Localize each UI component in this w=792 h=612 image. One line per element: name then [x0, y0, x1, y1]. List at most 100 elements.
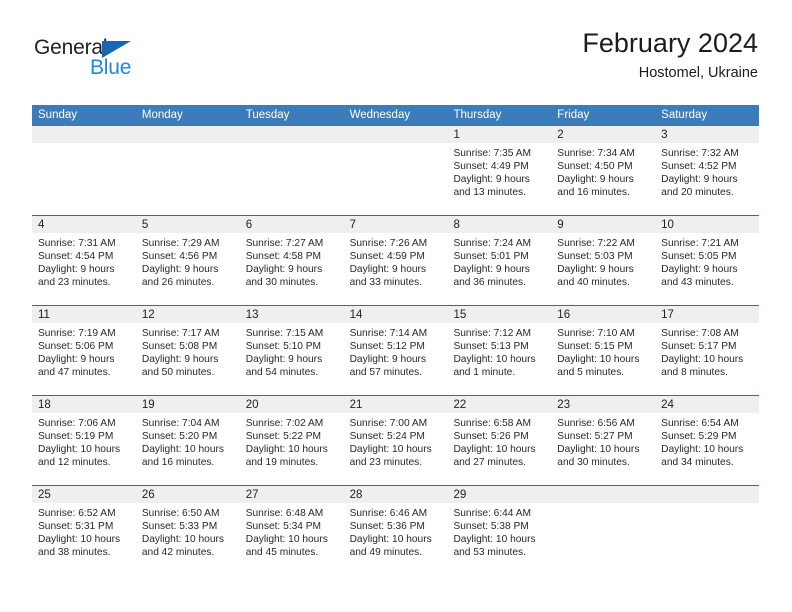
- calendar-day-cell[interactable]: 3 Sunrise: 7:32 AM Sunset: 4:52 PM Daylight…: [655, 126, 760, 215]
- day-number: 27: [239, 486, 344, 503]
- day-number: 1: [447, 126, 552, 143]
- daylight-duration-line2: and 49 minutes.: [349, 547, 423, 559]
- calendar-day-cell[interactable]: 6 Sunrise: 7:27 AM Sunset: 4:58 PM Daylight…: [239, 216, 344, 305]
- calendar-day-cell[interactable]: 27 Sunrise: 6:48 AM Sunset: 5:34 PM Dayligh…: [239, 486, 344, 575]
- calendar-day-cell[interactable]: 16 Sunrise: 7:10 AM Sunset: 5:15 PM Dayligh…: [551, 306, 656, 395]
- day-number: [32, 126, 136, 143]
- calendar-day-cell[interactable]: 22 Sunrise: 6:58 AM Sunset: 5:26 PM Dayligh…: [447, 396, 552, 485]
- sunset-time: Sunset: 5:22 PM: [245, 431, 322, 443]
- day-sun-info: Sunrise: 7:21 AM Sunset: 5:05 PM Daylight:…: [655, 233, 759, 289]
- daylight-duration-line1: Daylight: 10 hours: [245, 534, 328, 546]
- daylight-duration-line1: Daylight: 9 hours: [661, 174, 738, 186]
- calendar-day-cell[interactable]: 29 Sunrise: 6:44 AM Sunset: 5:38 PM Dayligh…: [447, 486, 552, 575]
- day-number: 10: [655, 216, 760, 233]
- day-sun-info: Sunrise: 7:14 AM Sunset: 5:12 PM Daylight:…: [344, 323, 448, 379]
- daylight-duration-line1: Daylight: 9 hours: [453, 174, 530, 186]
- daylight-duration-line1: Daylight: 9 hours: [349, 264, 427, 276]
- daylight-duration-line2: and 43 minutes.: [661, 277, 734, 289]
- calendar-day-cell[interactable]: 24 Sunrise: 6:54 AM Sunset: 5:29 PM Dayligh…: [655, 396, 760, 485]
- daylight-duration-line1: Daylight: 10 hours: [245, 444, 328, 456]
- calendar-day-cell-empty: [239, 126, 344, 215]
- daylight-duration-line2: and 16 minutes.: [557, 187, 630, 199]
- weekday-header-row: Sunday Monday Tuesday Wednesday Thursday…: [32, 105, 759, 126]
- day-number: 22: [447, 396, 552, 413]
- calendar-week-row: 4 Sunrise: 7:31 AM Sunset: 4:54 PM Daylight…: [32, 215, 760, 305]
- calendar-day-cell[interactable]: 11 Sunrise: 7:19 AM Sunset: 5:06 PM Dayligh…: [32, 306, 136, 395]
- general-blue-logo[interactable]: General Blue: [34, 36, 234, 88]
- sunrise-time: Sunrise: 7:31 AM: [38, 238, 116, 249]
- calendar-day-cell[interactable]: 15 Sunrise: 7:12 AM Sunset: 5:13 PM Dayligh…: [447, 306, 552, 395]
- weekday-header-saturday: Saturday: [661, 109, 708, 121]
- sunset-time: Sunset: 4:54 PM: [38, 251, 114, 263]
- daylight-duration-line1: Daylight: 9 hours: [349, 354, 427, 366]
- calendar-day-cell[interactable]: 13 Sunrise: 7:15 AM Sunset: 5:10 PM Dayligh…: [239, 306, 344, 395]
- calendar-day-cell[interactable]: 23 Sunrise: 6:56 AM Sunset: 5:27 PM Dayligh…: [551, 396, 656, 485]
- daylight-duration-line2: and 13 minutes.: [453, 187, 526, 199]
- sunrise-time: Sunrise: 7:06 AM: [38, 418, 116, 429]
- calendar-day-cell[interactable]: 7 Sunrise: 7:26 AM Sunset: 4:59 PM Daylight…: [343, 216, 448, 305]
- sunset-time: Sunset: 5:08 PM: [141, 341, 218, 353]
- day-number: 26: [135, 486, 240, 503]
- sunset-time: Sunset: 4:58 PM: [245, 251, 322, 263]
- day-number: 7: [343, 216, 448, 233]
- sunrise-time: Sunrise: 7:08 AM: [661, 328, 739, 339]
- calendar-day-cell-empty: [135, 126, 240, 215]
- location-subtitle: Hostomel, Ukraine: [638, 65, 758, 82]
- calendar-day-cell[interactable]: 8 Sunrise: 7:24 AM Sunset: 5:01 PM Daylight…: [447, 216, 552, 305]
- day-number: 5: [135, 216, 240, 233]
- day-number: 13: [239, 306, 344, 323]
- calendar-day-cell[interactable]: 5 Sunrise: 7:29 AM Sunset: 4:56 PM Daylight…: [135, 216, 240, 305]
- day-number: 24: [655, 396, 760, 413]
- calendar-day-cell[interactable]: 12 Sunrise: 7:17 AM Sunset: 5:08 PM Dayligh…: [135, 306, 240, 395]
- calendar-day-cell[interactable]: 25 Sunrise: 6:52 AM Sunset: 5:31 PM Dayligh…: [32, 486, 136, 575]
- sunrise-time: Sunrise: 6:54 AM: [661, 418, 739, 429]
- sunrise-time: Sunrise: 6:58 AM: [453, 418, 532, 429]
- sunrise-time: Sunrise: 7:22 AM: [557, 238, 635, 249]
- daylight-duration-line2: and 30 minutes.: [245, 277, 319, 289]
- calendar-day-cell[interactable]: 28 Sunrise: 6:46 AM Sunset: 5:36 PM Dayligh…: [343, 486, 448, 575]
- weekday-header-monday: Monday: [141, 109, 183, 121]
- calendar-day-cell[interactable]: 18 Sunrise: 7:06 AM Sunset: 5:19 PM Dayligh…: [32, 396, 136, 485]
- calendar-day-cell[interactable]: 10 Sunrise: 7:21 AM Sunset: 5:05 PM Dayligh…: [655, 216, 760, 305]
- day-sun-info: Sunrise: 7:31 AM Sunset: 4:54 PM Daylight:…: [32, 233, 136, 289]
- daylight-duration-line2: and 45 minutes.: [245, 547, 319, 559]
- calendar-day-cell[interactable]: 19 Sunrise: 7:04 AM Sunset: 5:20 PM Dayligh…: [135, 396, 240, 485]
- day-sun-info: Sunrise: 7:32 AM Sunset: 4:52 PM Daylight:…: [655, 143, 759, 199]
- day-number: 4: [32, 216, 136, 233]
- day-number: 29: [447, 486, 552, 503]
- calendar-day-cell[interactable]: 2 Sunrise: 7:34 AM Sunset: 4:50 PM Daylight…: [551, 126, 656, 215]
- calendar-day-cell[interactable]: 9 Sunrise: 7:22 AM Sunset: 5:03 PM Daylight…: [551, 216, 656, 305]
- calendar-day-cell[interactable]: 20 Sunrise: 7:02 AM Sunset: 5:22 PM Dayligh…: [239, 396, 344, 485]
- day-sun-info: Sunrise: 7:19 AM Sunset: 5:06 PM Daylight:…: [32, 323, 136, 379]
- calendar-day-cell[interactable]: 26 Sunrise: 6:50 AM Sunset: 5:33 PM Dayligh…: [135, 486, 240, 575]
- calendar-day-cell[interactable]: 4 Sunrise: 7:31 AM Sunset: 4:54 PM Daylight…: [32, 216, 136, 305]
- logo-text-blue: Blue: [90, 56, 132, 79]
- calendar-page: General Blue February 2024 Hostomel, Ukr…: [0, 0, 792, 612]
- day-sun-info: Sunrise: 7:34 AM Sunset: 4:50 PM Daylight:…: [551, 143, 655, 199]
- sunset-time: Sunset: 4:49 PM: [453, 161, 529, 173]
- daylight-duration-line1: Daylight: 10 hours: [141, 534, 224, 546]
- daylight-duration-line2: and 1 minute.: [453, 367, 516, 379]
- daylight-duration-line2: and 8 minutes.: [661, 367, 728, 379]
- day-number: 16: [551, 306, 656, 323]
- calendar-day-cell[interactable]: 21 Sunrise: 7:00 AM Sunset: 5:24 PM Dayligh…: [343, 396, 448, 485]
- sunrise-time: Sunrise: 7:15 AM: [245, 328, 324, 339]
- sunset-time: Sunset: 5:01 PM: [453, 251, 529, 263]
- weekday-header-friday: Friday: [557, 109, 590, 121]
- calendar-day-cell[interactable]: 14 Sunrise: 7:14 AM Sunset: 5:12 PM Dayligh…: [343, 306, 448, 395]
- calendar-day-cell[interactable]: 1 Sunrise: 7:35 AM Sunset: 4:49 PM Daylight…: [447, 126, 552, 215]
- calendar-day-cell[interactable]: 17 Sunrise: 7:08 AM Sunset: 5:17 PM Dayligh…: [655, 306, 760, 395]
- sunset-time: Sunset: 4:56 PM: [141, 251, 218, 263]
- daylight-duration-line2: and 53 minutes.: [453, 547, 526, 559]
- day-sun-info: Sunrise: 7:15 AM Sunset: 5:10 PM Daylight:…: [240, 323, 344, 379]
- daylight-duration-line1: Daylight: 9 hours: [557, 174, 634, 186]
- sunrise-time: Sunrise: 6:44 AM: [453, 508, 532, 519]
- day-sun-info: Sunrise: 7:12 AM Sunset: 5:13 PM Daylight:…: [447, 323, 551, 379]
- daylight-duration-line2: and 20 minutes.: [661, 187, 734, 199]
- sunset-time: Sunset: 5:10 PM: [245, 341, 322, 353]
- day-number: 17: [655, 306, 760, 323]
- daylight-duration-line2: and 47 minutes.: [38, 367, 111, 379]
- day-sun-info: Sunrise: 7:22 AM Sunset: 5:03 PM Daylight:…: [551, 233, 655, 289]
- day-sun-info: Sunrise: 7:29 AM Sunset: 4:56 PM Daylight:…: [136, 233, 240, 289]
- daylight-duration-line2: and 16 minutes.: [141, 457, 215, 469]
